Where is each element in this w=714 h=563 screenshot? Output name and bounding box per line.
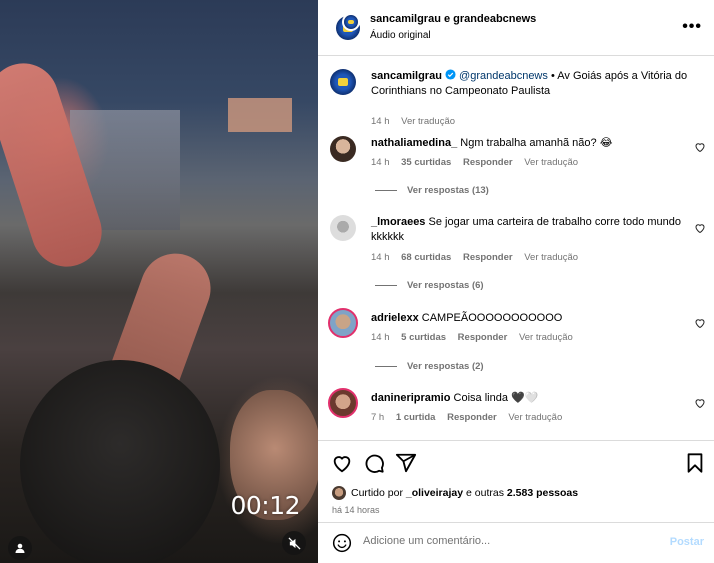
video-player[interactable]: 00:12 bbox=[0, 0, 318, 563]
likes-count[interactable]: 2.583 pessoas bbox=[507, 487, 578, 499]
comment-time[interactable]: 7 h bbox=[371, 412, 384, 423]
liked-by-user[interactable]: _oliveirajay bbox=[406, 487, 463, 499]
comment-user[interactable]: danineripramio bbox=[371, 392, 450, 404]
view-replies-label: Ver respostas (13) bbox=[407, 185, 489, 196]
reply-button[interactable]: Responder bbox=[463, 252, 513, 263]
mute-button[interactable] bbox=[282, 531, 306, 555]
avatar[interactable] bbox=[328, 308, 358, 338]
avatar[interactable] bbox=[330, 136, 356, 162]
post-header: sancamilgrau e grandeabcnews Áudio origi… bbox=[318, 0, 714, 56]
bookmark-icon[interactable] bbox=[684, 452, 706, 474]
divider bbox=[375, 366, 397, 367]
comment-meta: 14 h 68 curtidas Responder Ver tradução bbox=[371, 252, 587, 263]
verified-icon bbox=[445, 69, 456, 80]
comment-translate[interactable]: Ver tradução bbox=[524, 157, 578, 168]
video-frame-sign bbox=[228, 98, 292, 132]
comment-time[interactable]: 14 h bbox=[371, 252, 390, 263]
post-time[interactable]: há 14 horas bbox=[332, 505, 380, 515]
comment-time[interactable]: 14 h bbox=[371, 332, 390, 343]
comment-text: _lmoraees Se jogar uma carteira de traba… bbox=[371, 215, 691, 245]
divider bbox=[375, 285, 397, 286]
post-panel: sancamilgrau e grandeabcnews Áudio origi… bbox=[318, 0, 714, 563]
collab-names[interactable]: sancamilgrau e grandeabcnews bbox=[370, 13, 536, 25]
comment-user[interactable]: _lmoraees bbox=[371, 216, 425, 228]
comment-input[interactable] bbox=[363, 535, 643, 547]
avatar[interactable] bbox=[328, 388, 358, 418]
comment-meta: 14 h 35 curtidas Responder Ver tradução bbox=[371, 157, 587, 168]
user-tag-button[interactable] bbox=[8, 536, 32, 560]
divider bbox=[375, 190, 397, 191]
view-replies-button[interactable]: Ver respostas (13) bbox=[375, 185, 489, 196]
avatar-secondary[interactable] bbox=[342, 13, 360, 31]
emoji-icon[interactable] bbox=[332, 533, 352, 553]
comments-list[interactable]: sancamilgrau @grandeabcnews • Av Goiás a… bbox=[318, 57, 714, 440]
caption-text: sancamilgrau @grandeabcnews • Av Goiás a… bbox=[371, 69, 691, 99]
view-replies-button[interactable]: Ver respostas (2) bbox=[375, 361, 484, 372]
comment-likes[interactable]: 35 curtidas bbox=[401, 157, 451, 168]
caption-user[interactable]: sancamilgrau bbox=[371, 70, 442, 82]
liked-by: Curtido por _oliveirajay e outras 2.583 … bbox=[332, 486, 578, 500]
comment-body: CAMPEÃOOOOOOOOOOO bbox=[421, 312, 563, 324]
heart-icon[interactable] bbox=[694, 397, 706, 409]
caption-meta: 14 h Ver tradução bbox=[371, 116, 464, 127]
share-icon[interactable] bbox=[395, 452, 417, 474]
video-frame-head bbox=[20, 360, 220, 563]
liked-by-suffix: e outras bbox=[466, 487, 504, 499]
view-replies-label: Ver respostas (2) bbox=[407, 361, 484, 372]
user-tag-icon bbox=[15, 543, 25, 553]
comment-icon[interactable] bbox=[363, 452, 385, 474]
heart-icon[interactable] bbox=[694, 222, 706, 234]
comment-text: danineripramio Coisa linda 🖤🤍 bbox=[371, 391, 691, 406]
mute-icon bbox=[287, 536, 301, 550]
liked-by-prefix: Curtido por bbox=[351, 487, 403, 499]
comment-translate[interactable]: Ver tradução bbox=[508, 412, 562, 423]
reply-button[interactable]: Responder bbox=[447, 412, 497, 423]
post-button[interactable]: Postar bbox=[670, 536, 704, 548]
comment-time[interactable]: 14 h bbox=[371, 157, 390, 168]
view-replies-label: Ver respostas (6) bbox=[407, 280, 484, 291]
comment-user[interactable]: adrielexx bbox=[371, 312, 419, 324]
more-options-button[interactable]: ••• bbox=[682, 18, 702, 36]
heart-icon[interactable] bbox=[694, 317, 706, 329]
comment-body: Coisa linda 🖤🤍 bbox=[453, 392, 539, 404]
comment-body: Ngm trabalha amanhã não? 😂 bbox=[460, 137, 613, 149]
comment-likes[interactable]: 68 curtidas bbox=[401, 252, 451, 263]
action-bar: Curtido por _oliveirajay e outras 2.583 … bbox=[318, 440, 714, 522]
like-heart-icon[interactable] bbox=[331, 452, 353, 474]
comment-meta: 7 h 1 curtida Responder Ver tradução bbox=[371, 412, 571, 423]
avatar[interactable] bbox=[330, 215, 356, 241]
caption-translate[interactable]: Ver tradução bbox=[401, 116, 455, 127]
video-timer: 00:12 bbox=[230, 491, 300, 520]
more-icon: ••• bbox=[682, 18, 702, 35]
heart-icon[interactable] bbox=[694, 141, 706, 153]
comment-translate[interactable]: Ver tradução bbox=[524, 252, 578, 263]
comment-likes[interactable]: 5 curtidas bbox=[401, 332, 446, 343]
caption-time[interactable]: 14 h bbox=[371, 116, 390, 127]
view-replies-button[interactable]: Ver respostas (6) bbox=[375, 280, 484, 291]
comment-meta: 14 h 5 curtidas Responder Ver tradução bbox=[371, 332, 582, 343]
comment-user[interactable]: nathaliamedina_ bbox=[371, 137, 457, 149]
add-comment-bar: Postar bbox=[318, 522, 714, 563]
comment-likes[interactable]: 1 curtida bbox=[396, 412, 436, 423]
reply-button[interactable]: Responder bbox=[458, 332, 508, 343]
avatar[interactable] bbox=[330, 69, 356, 95]
comment-translate[interactable]: Ver tradução bbox=[519, 332, 573, 343]
caption-mention[interactable]: @grandeabcnews bbox=[459, 70, 548, 82]
audio-label[interactable]: Áudio original bbox=[370, 30, 431, 41]
liked-by-avatar[interactable] bbox=[332, 486, 346, 500]
comment-text: adrielexx CAMPEÃOOOOOOOOOOO bbox=[371, 311, 691, 326]
reply-button[interactable]: Responder bbox=[463, 157, 513, 168]
comment-text: nathaliamedina_ Ngm trabalha amanhã não?… bbox=[371, 136, 691, 151]
